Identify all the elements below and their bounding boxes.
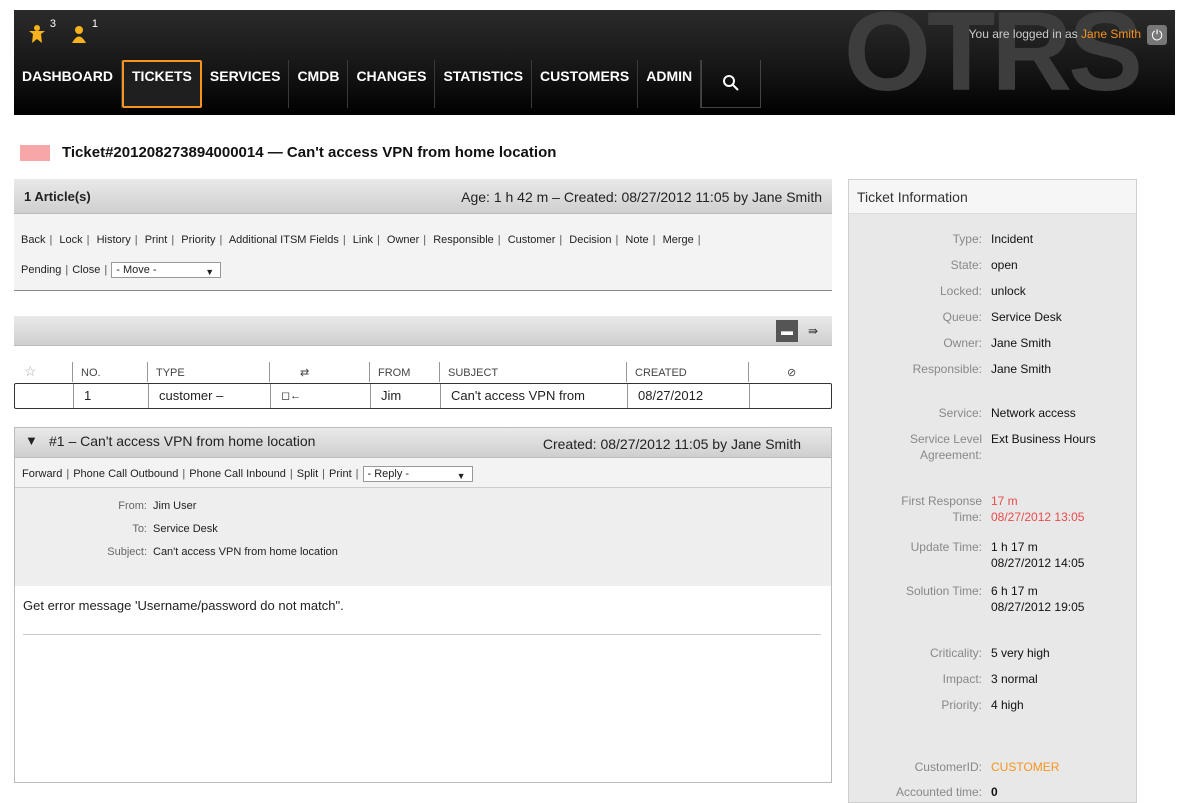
header-bar: OTRS 3 1 You are logged in as Jane Smith… bbox=[14, 10, 1175, 115]
column-no[interactable]: NO. bbox=[72, 362, 147, 382]
menu-forward[interactable]: Forward bbox=[22, 468, 62, 480]
menu-priority[interactable]: Priority bbox=[181, 234, 215, 246]
row-created: 08/27/2012 bbox=[627, 384, 749, 408]
reply-select-value: - Reply - bbox=[367, 468, 410, 480]
brand-logo: OTRS bbox=[843, 10, 1143, 114]
article-list-bar: ▬ ⇛ bbox=[14, 316, 832, 346]
table-row[interactable]: 1 customer – ◻← Jim Can't access VPN fro… bbox=[14, 383, 832, 409]
priority-color-box bbox=[20, 144, 50, 161]
nav-statistics[interactable]: STATISTICS bbox=[435, 60, 533, 108]
row-direction-icon: ◻← bbox=[270, 384, 370, 408]
column-direction[interactable]: ⇄ bbox=[269, 362, 369, 382]
ticket-information-panel: Ticket Information Type: Incident State:… bbox=[848, 179, 1137, 803]
menu-lock[interactable]: Lock bbox=[59, 234, 82, 246]
row-from: Jim bbox=[370, 384, 440, 408]
user-toolbar-item[interactable]: 1 bbox=[70, 18, 98, 44]
logout-icon[interactable]: ⏻ bbox=[1147, 25, 1167, 45]
sidebar-title: Ticket Information bbox=[849, 180, 1136, 214]
column-from[interactable]: FROM bbox=[369, 362, 439, 382]
menu-merge[interactable]: Merge bbox=[663, 234, 694, 246]
ticket-action-menu: Back | Lock | History | Print | Priority | Ad… bbox=[14, 214, 832, 291]
chevron-down-icon: ▼ bbox=[205, 267, 215, 277]
view-toggle: ▬ ⇛ bbox=[776, 320, 824, 342]
escalation-toolbar-item[interactable]: 3 bbox=[28, 18, 56, 44]
ticket-age: Age: 1 h 42 m – Created: 08/27/2012 11:0… bbox=[461, 189, 822, 205]
row-no: 1 bbox=[73, 384, 148, 408]
menu-split[interactable]: Split bbox=[297, 468, 318, 480]
menu-phone-call-outbound[interactable]: Phone Call Outbound bbox=[73, 468, 178, 480]
menu-print[interactable]: Print bbox=[145, 234, 168, 246]
article-zoom: ▼ #1 – Can't access VPN from home locati… bbox=[14, 427, 832, 783]
reply-select[interactable]: - Reply - ▼ bbox=[362, 466, 473, 482]
menu-pending[interactable]: Pending bbox=[21, 264, 61, 276]
escalation-count: 3 bbox=[49, 18, 56, 30]
row-attachment bbox=[749, 384, 831, 408]
star-icon[interactable]: ☆ bbox=[14, 362, 72, 382]
article-subject: #1 – Can't access VPN from home location bbox=[49, 433, 316, 449]
move-select[interactable]: - Move - ▼ bbox=[111, 262, 222, 278]
nav-cmdb[interactable]: CMDB bbox=[289, 60, 349, 108]
article-created: Created: 08/27/2012 11:05 by Jane Smith bbox=[542, 436, 801, 452]
menu-additional-itsm-fields[interactable]: Additional ITSM Fields bbox=[229, 234, 339, 246]
menu-back[interactable]: Back bbox=[21, 234, 45, 246]
expanded-view-icon[interactable]: ⇛ bbox=[802, 320, 824, 342]
article-head-bar: 1 Article(s) Age: 1 h 42 m – Created: 08… bbox=[14, 179, 832, 214]
escalation-icon bbox=[28, 24, 46, 44]
column-type[interactable]: TYPE bbox=[147, 362, 269, 382]
user-count: 1 bbox=[91, 18, 98, 30]
attachment-icon[interactable]: ⊘ bbox=[748, 362, 832, 382]
main-nav: DASHBOARD TICKETS SERVICES CMDB CHANGES … bbox=[14, 60, 762, 108]
menu-close[interactable]: Close bbox=[72, 264, 100, 276]
login-user-link[interactable]: Jane Smith bbox=[1081, 27, 1141, 41]
column-subject[interactable]: SUBJECT bbox=[439, 362, 626, 382]
toolbar: 3 1 bbox=[28, 18, 98, 44]
article-zoom-header: ▼ #1 – Can't access VPN from home locati… bbox=[15, 428, 831, 458]
row-star bbox=[15, 384, 73, 408]
action-menu-row-2: Pending | Close | - Move - ▼ bbox=[21, 262, 222, 278]
ticket-title-row: Ticket#201208273894000014 — Can't access… bbox=[20, 144, 556, 161]
menu-link[interactable]: Link bbox=[353, 234, 373, 246]
customerid-link[interactable]: CUSTOMER bbox=[991, 760, 1059, 775]
row-subject: Can't access VPN from bbox=[440, 384, 627, 408]
article-count: 1 Article(s) bbox=[24, 189, 91, 204]
page-title: Ticket#201208273894000014 — Can't access… bbox=[62, 144, 557, 161]
menu-responsible[interactable]: Responsible bbox=[433, 234, 494, 246]
divider bbox=[23, 634, 821, 635]
row-type: customer – bbox=[148, 384, 270, 408]
nav-admin[interactable]: ADMIN bbox=[638, 60, 702, 108]
menu-decision[interactable]: Decision bbox=[569, 234, 611, 246]
user-icon bbox=[70, 24, 88, 44]
search-icon bbox=[723, 75, 739, 91]
collapse-toggle-icon[interactable]: ▼ bbox=[25, 433, 38, 448]
menu-history[interactable]: History bbox=[97, 234, 131, 246]
article-action-menu: Forward | Phone Call Outbound | Phone Call… bbox=[15, 458, 831, 488]
article-body: Get error message 'Username/password do … bbox=[23, 598, 344, 613]
menu-customer[interactable]: Customer bbox=[508, 234, 556, 246]
menu-print-article[interactable]: Print bbox=[329, 468, 352, 480]
article-list-header: ☆ NO. TYPE ⇄ FROM SUBJECT CREATED ⊘ bbox=[14, 362, 832, 382]
nav-customers[interactable]: CUSTOMERS bbox=[532, 60, 639, 108]
nav-services[interactable]: SERVICES bbox=[202, 60, 290, 108]
article-meta: From: Jim User To: Service Desk Subject:… bbox=[15, 488, 831, 635]
menu-phone-call-inbound[interactable]: Phone Call Inbound bbox=[189, 468, 286, 480]
menu-note[interactable]: Note bbox=[625, 234, 648, 246]
move-select-value: - Move - bbox=[116, 264, 157, 276]
column-created[interactable]: CREATED bbox=[626, 362, 748, 382]
nav-tickets[interactable]: TICKETS bbox=[122, 60, 202, 108]
action-menu-row-1: Back | Lock | History | Print | Priority | Ad… bbox=[21, 234, 701, 246]
collapsed-view-icon[interactable]: ▬ bbox=[776, 320, 798, 342]
login-info: You are logged in as Jane Smith bbox=[969, 27, 1141, 41]
chevron-down-icon: ▼ bbox=[456, 471, 466, 481]
nav-changes[interactable]: CHANGES bbox=[348, 60, 436, 108]
nav-search-button[interactable] bbox=[701, 60, 762, 108]
menu-owner[interactable]: Owner bbox=[387, 234, 419, 246]
login-prefix: You are logged in as bbox=[968, 27, 1078, 41]
nav-dashboard[interactable]: DASHBOARD bbox=[14, 60, 122, 108]
